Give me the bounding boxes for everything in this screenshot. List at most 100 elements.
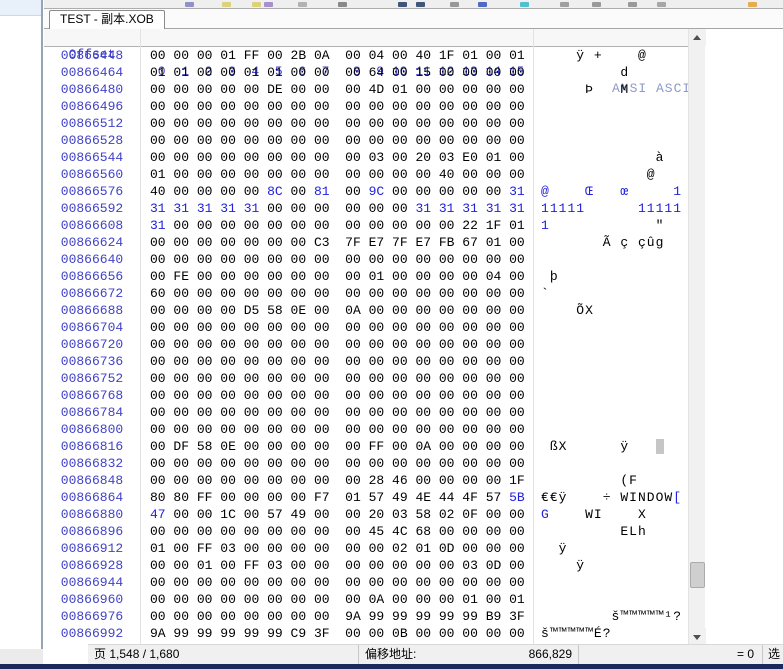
ascii-char[interactable] [612, 65, 621, 80]
ascii-char[interactable] [612, 541, 621, 556]
hex-byte[interactable]: 00 [244, 150, 260, 165]
ascii-char[interactable] [612, 490, 621, 505]
ascii-char[interactable] [567, 609, 576, 624]
ascii-char[interactable] [541, 167, 550, 182]
hex-byte[interactable]: 01 [509, 218, 525, 233]
hex-byte[interactable]: 46 [392, 473, 408, 488]
hex-byte[interactable]: 99 [197, 626, 213, 641]
hex-byte[interactable]: 00 [197, 507, 213, 522]
ascii-char[interactable] [629, 405, 638, 420]
hex-byte[interactable]: 00 [267, 575, 283, 590]
hex-byte[interactable]: 00 [462, 286, 478, 301]
ascii-char[interactable]: š [541, 626, 550, 641]
hex-byte[interactable]: 00 [486, 167, 502, 182]
ascii-char[interactable] [567, 592, 576, 607]
ascii-char[interactable] [664, 184, 673, 199]
ascii-char[interactable] [612, 48, 621, 63]
hex-byte[interactable]: 00 [509, 320, 525, 335]
hex-byte[interactable]: 00 [197, 167, 213, 182]
ascii-char[interactable] [673, 507, 682, 522]
ascii-char[interactable] [620, 592, 629, 607]
hex-byte[interactable]: 01 [509, 48, 525, 63]
ascii-char[interactable] [647, 320, 656, 335]
hex-byte[interactable]: 00 [486, 388, 502, 403]
hex-byte[interactable]: 00 [220, 320, 236, 335]
vertical-scrollbar[interactable] [688, 29, 705, 645]
ascii-char[interactable] [612, 388, 621, 403]
hex-byte[interactable]: 49 [392, 490, 408, 505]
hex-byte[interactable]: 00 [415, 388, 431, 403]
ascii-char[interactable] [664, 99, 673, 114]
ascii-char[interactable] [629, 558, 638, 573]
ascii-char[interactable] [620, 507, 629, 522]
hex-byte[interactable]: 0E [220, 439, 236, 454]
hex-byte[interactable]: 00 [439, 575, 455, 590]
hex-byte[interactable]: 00 [345, 524, 361, 539]
ascii-char[interactable] [585, 388, 594, 403]
ascii-char[interactable] [550, 609, 559, 624]
ascii-char[interactable] [629, 354, 638, 369]
ascii-char[interactable] [620, 150, 629, 165]
ascii-char[interactable] [567, 303, 576, 318]
ascii-char[interactable] [629, 184, 638, 199]
ascii-char[interactable] [550, 320, 559, 335]
hex-byte[interactable]: 9A [150, 626, 166, 641]
ascii-char[interactable] [594, 167, 603, 182]
ascii-char[interactable] [612, 201, 621, 216]
hex-byte[interactable]: 00 [150, 116, 166, 131]
hex-byte[interactable]: 00 [291, 235, 307, 250]
hex-byte[interactable]: 31 [509, 184, 525, 199]
ascii-char[interactable] [550, 371, 559, 386]
ascii-char[interactable]: G [541, 507, 550, 522]
hex-byte[interactable]: 99 [267, 626, 283, 641]
hex-byte[interactable]: 04 [369, 48, 385, 63]
hex-byte[interactable]: 00 [267, 269, 283, 284]
hex-byte[interactable]: 00 [267, 252, 283, 267]
ascii-char[interactable]: @ [638, 48, 647, 63]
ascii-char[interactable] [638, 286, 647, 301]
hex-byte[interactable]: 00 [244, 524, 260, 539]
hex-byte[interactable]: 00 [197, 48, 213, 63]
hex-byte[interactable]: 00 [392, 116, 408, 131]
ascii-char[interactable]: [ [673, 490, 682, 505]
hex-byte[interactable]: 00 [415, 184, 431, 199]
ascii-char[interactable] [603, 218, 612, 233]
ascii-char[interactable] [567, 422, 576, 437]
hex-byte[interactable]: 7F [392, 235, 408, 250]
ascii-char[interactable]: 1 [647, 201, 656, 216]
ascii-char[interactable] [576, 405, 585, 420]
hex-byte[interactable]: 99 [462, 609, 478, 624]
ascii-char[interactable] [603, 65, 612, 80]
ascii-char[interactable] [567, 490, 576, 505]
ascii-char[interactable] [612, 558, 621, 573]
ascii-char[interactable] [673, 592, 682, 607]
ascii-char[interactable] [620, 405, 629, 420]
ascii-char[interactable] [673, 337, 682, 352]
hex-byte[interactable]: 00 [150, 575, 166, 590]
hex-byte[interactable]: 00 [314, 269, 330, 284]
hex-byte[interactable]: 00 [173, 473, 189, 488]
hex-byte[interactable]: 00 [150, 320, 166, 335]
hex-byte[interactable]: 00 [345, 133, 361, 148]
hex-byte[interactable]: 00 [345, 388, 361, 403]
ascii-char[interactable] [594, 133, 603, 148]
hex-byte[interactable]: 9C [369, 184, 385, 199]
ascii-char[interactable] [541, 541, 550, 556]
hex-byte[interactable]: 00 [439, 303, 455, 318]
hex-byte[interactable]: 00 [244, 337, 260, 352]
ascii-char[interactable] [612, 82, 621, 97]
ascii-char[interactable] [550, 592, 559, 607]
ascii-char[interactable] [664, 439, 673, 454]
hex-byte[interactable]: 03 [369, 150, 385, 165]
hex-byte[interactable]: 00 [462, 405, 478, 420]
hex-byte[interactable]: 00 [267, 337, 283, 352]
hex-byte[interactable]: 00 [345, 439, 361, 454]
hex-byte[interactable]: 00 [150, 609, 166, 624]
hex-byte[interactable]: 00 [220, 405, 236, 420]
ascii-char[interactable] [567, 286, 576, 301]
hex-byte[interactable]: 00 [244, 507, 260, 522]
hex-byte[interactable]: 00 [173, 371, 189, 386]
hex-byte[interactable]: 00 [392, 286, 408, 301]
ascii-char[interactable] [567, 218, 576, 233]
ascii-char[interactable] [567, 150, 576, 165]
